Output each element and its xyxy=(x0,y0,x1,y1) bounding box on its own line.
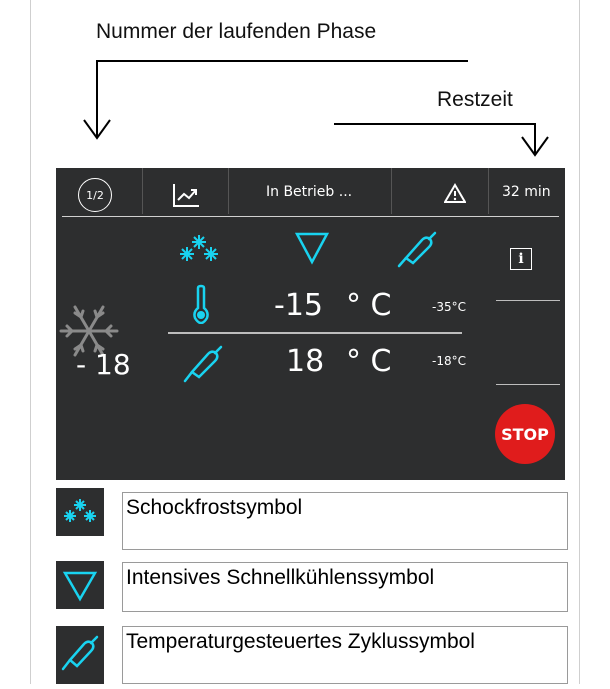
core-value: - 18 xyxy=(76,348,131,381)
side-divider xyxy=(496,300,560,301)
snowflake-cluster-icon xyxy=(64,499,96,522)
info-button[interactable]: i xyxy=(510,248,532,270)
stop-button[interactable]: STOP xyxy=(495,404,555,464)
thermometer-icon xyxy=(193,284,209,324)
legend-label-rapid-chill: Intensives Schnellkühlenssymbol xyxy=(122,562,568,612)
remaining-arrow-icon xyxy=(521,136,549,157)
phase-indicator[interactable]: 1/2 xyxy=(78,178,112,212)
probe-unit: ° C xyxy=(346,344,392,379)
phase-arrow-icon xyxy=(83,119,111,140)
header-separator xyxy=(488,168,489,214)
probe-temp: 18 xyxy=(286,344,325,379)
header-separator xyxy=(228,168,229,214)
chamber-target: -35°C xyxy=(432,300,466,314)
header-separator xyxy=(142,168,143,214)
probe-target: -18°C xyxy=(432,354,466,368)
side-divider xyxy=(496,384,560,385)
phase-callout-line xyxy=(96,60,468,62)
probe-icon xyxy=(397,231,437,268)
snowflake-cluster-icon xyxy=(180,235,218,261)
status-text: In Betrieb ... xyxy=(266,184,353,200)
controller-panel: 1/2 In Betrieb ... 32 min i -15 ° C -35°… xyxy=(56,168,565,480)
legend-label-shock-freeze: Schockfrostsymbol xyxy=(122,492,568,550)
triangle-down-icon xyxy=(294,232,330,265)
probe-icon xyxy=(61,635,99,671)
chamber-unit: ° C xyxy=(346,288,392,323)
remaining-callout-label: Restzeit xyxy=(437,88,513,111)
header-divider xyxy=(62,216,559,217)
chart-trend-icon[interactable] xyxy=(172,182,200,208)
row-divider xyxy=(168,332,462,334)
triangle-down-icon xyxy=(62,571,98,602)
legend-label-probe-cycle: Temperaturgesteuertes Zyklussymbol xyxy=(122,626,568,684)
legend-icon-shock-freeze xyxy=(56,488,104,536)
legend-icon-probe-cycle xyxy=(56,626,104,684)
warning-icon[interactable] xyxy=(444,183,466,203)
chamber-temp: -15 xyxy=(274,288,323,323)
remaining-time: 32 min xyxy=(502,184,551,200)
header-separator xyxy=(391,168,392,214)
phase-number: 1/2 xyxy=(86,188,104,202)
probe-icon xyxy=(183,345,223,383)
legend-icon-rapid-chill xyxy=(56,561,104,609)
phase-callout-label: Nummer der laufenden Phase xyxy=(96,20,377,43)
remaining-callout-line xyxy=(334,123,536,125)
